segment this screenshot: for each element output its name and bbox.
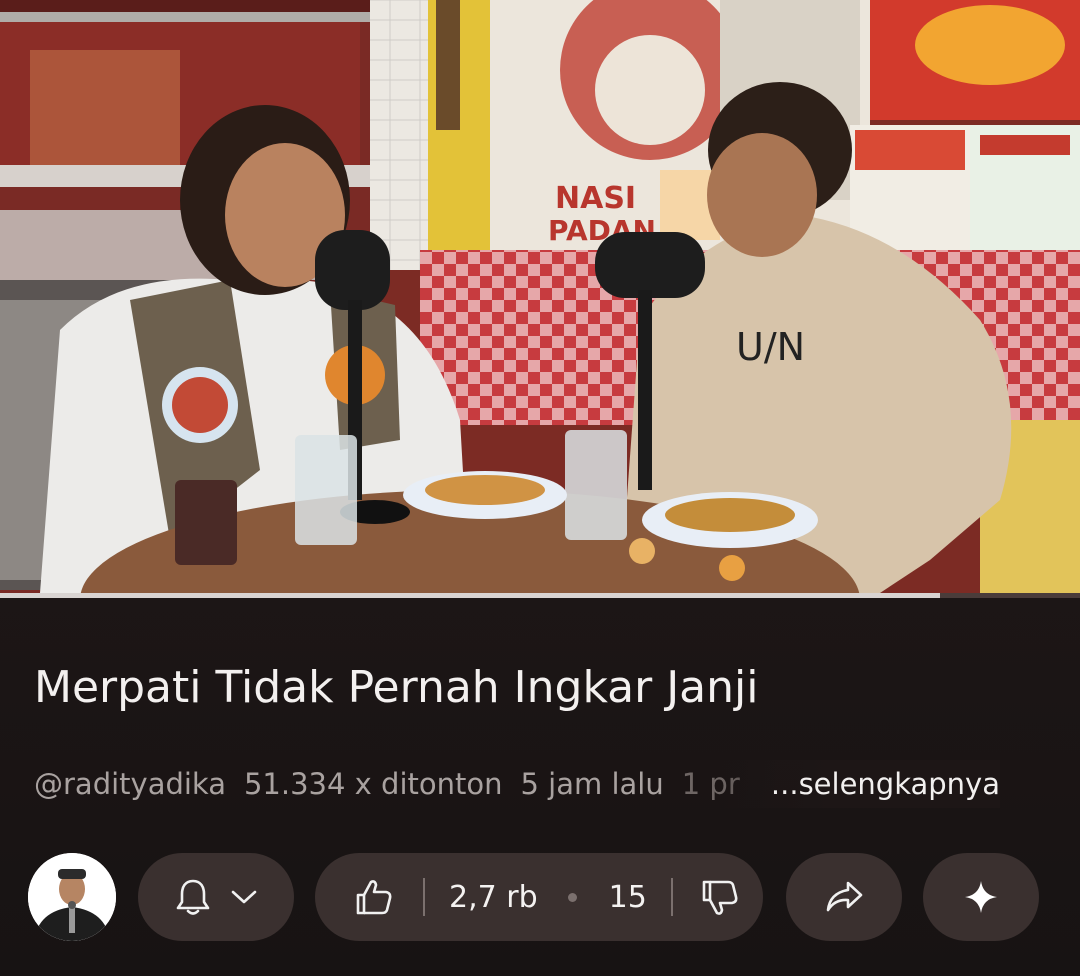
svg-text:U/N: U/N	[736, 325, 805, 369]
like-separator	[423, 878, 425, 916]
video-progress-fill	[0, 593, 940, 598]
video-player[interactable]: NASI PADAN U/N	[0, 0, 1080, 593]
avatar-image	[28, 853, 116, 941]
video-frame: NASI PADAN U/N	[0, 0, 1080, 593]
video-progress-bar[interactable]	[0, 593, 1080, 598]
view-count: 51.334 x ditonton	[243, 767, 503, 801]
channel-handle[interactable]: @radityadika	[34, 767, 226, 801]
like-dislike-bar: 2,7 rb 15	[315, 853, 763, 941]
video-title[interactable]: Merpati Tidak Pernah Ingkar Janji	[34, 656, 1044, 720]
chevron-down-icon	[230, 888, 258, 906]
like-count[interactable]: 2,7 rb	[449, 880, 538, 915]
show-more-link[interactable]: ...selengkapnya	[720, 760, 1000, 808]
upload-time: 5 jam lalu	[520, 767, 664, 801]
ai-assist-button[interactable]	[923, 853, 1039, 941]
comment-count[interactable]: 15	[609, 880, 647, 915]
count-dot-separator	[567, 892, 577, 902]
svg-text:NASI: NASI	[555, 181, 636, 216]
share-icon	[824, 880, 864, 914]
like-button[interactable]	[353, 876, 395, 918]
dislike-button[interactable]	[699, 877, 739, 917]
share-button[interactable]	[786, 853, 902, 941]
channel-avatar[interactable]	[28, 853, 116, 941]
thumbs-down-icon	[699, 877, 739, 917]
subscribe-button[interactable]	[138, 853, 294, 941]
dislike-separator	[670, 878, 673, 916]
video-meta[interactable]: @radityadika 51.334 x ditonton 5 jam lalu 1…	[34, 760, 1054, 808]
sparkle-icon	[963, 879, 999, 915]
bell-icon	[174, 877, 212, 917]
thumbs-up-icon	[353, 876, 395, 918]
